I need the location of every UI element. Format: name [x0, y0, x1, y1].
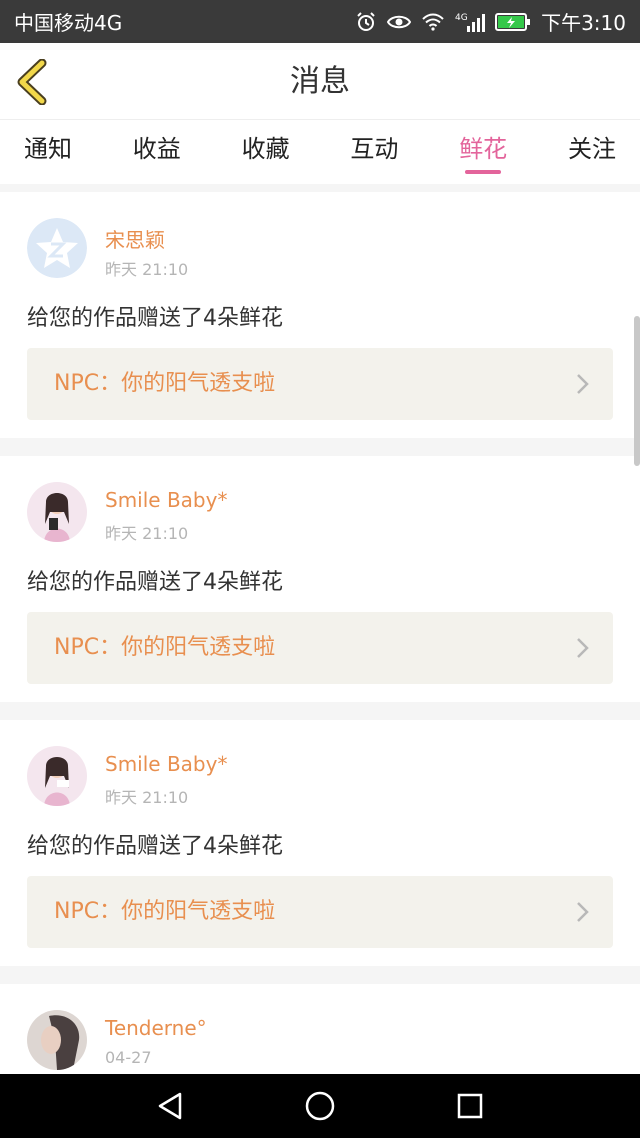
eye-icon	[387, 13, 412, 31]
npc-text: NPC：你的阳气透支啦	[54, 899, 276, 924]
status-bar: 中国移动4G 4G 下午3:10	[0, 0, 640, 43]
tab-following[interactable]: 关注	[568, 120, 616, 184]
message-text: 给您的作品赠送了4朵鲜花	[27, 834, 283, 859]
wifi-icon	[421, 13, 445, 31]
alarm-icon	[355, 11, 377, 33]
tab-earnings[interactable]: 收益	[133, 120, 181, 184]
tab-label: 通知	[24, 135, 72, 163]
npc-text: NPC：你的阳气透支啦	[54, 635, 276, 660]
message-feed: 宋思颖 昨天 21:10 给您的作品赠送了4朵鲜花 NPC：你的阳气透支啦 Sm…	[0, 192, 640, 1084]
npc-link[interactable]: NPC：你的阳气透支啦	[27, 612, 613, 684]
timestamp: 04-27	[105, 1048, 152, 1067]
circle-home-icon	[305, 1091, 335, 1121]
nav-home-button[interactable]	[300, 1086, 340, 1126]
photo-avatar-icon	[27, 1010, 87, 1070]
default-avatar-icon	[27, 218, 87, 278]
active-tab-indicator	[465, 170, 502, 174]
battery-icon	[495, 12, 531, 32]
tab-favorites[interactable]: 收藏	[242, 120, 290, 184]
list-item: Smile Baby* 昨天 21:10 给您的作品赠送了4朵鲜花 NPC：你的…	[0, 720, 640, 966]
username[interactable]: Smile Baby*	[105, 752, 227, 776]
username[interactable]: Tenderne°	[105, 1016, 207, 1040]
npc-text: NPC：你的阳气透支啦	[54, 371, 276, 396]
photo-avatar-icon	[27, 482, 87, 542]
tab-label: 关注	[567, 135, 616, 163]
timestamp: 昨天 21:10	[105, 524, 189, 543]
status-icons: 4G 下午3:10	[355, 7, 626, 36]
page-title: 消息	[290, 64, 350, 99]
avatar[interactable]	[27, 482, 87, 542]
scrollbar[interactable]	[634, 316, 640, 466]
tab-flowers[interactable]: 鲜花	[459, 120, 507, 184]
triangle-back-icon	[158, 1092, 182, 1120]
chevron-right-icon	[577, 638, 589, 658]
avatar[interactable]	[27, 218, 87, 278]
tab-label: 互动	[350, 135, 399, 163]
timestamp: 昨天 21:10	[105, 260, 189, 279]
list-item: 宋思颖 昨天 21:10 给您的作品赠送了4朵鲜花 NPC：你的阳气透支啦	[0, 192, 640, 438]
username[interactable]: Smile Baby*	[105, 488, 227, 512]
npc-link[interactable]: NPC：你的阳气透支啦	[27, 348, 613, 420]
nav-back-button[interactable]	[150, 1086, 190, 1126]
nav-recents-button[interactable]	[450, 1086, 490, 1126]
tab-label: 收藏	[241, 135, 290, 163]
app-header: 消息	[0, 43, 640, 120]
message-text: 给您的作品赠送了4朵鲜花	[27, 306, 283, 331]
network-tag: 4G	[455, 13, 468, 23]
tab-notifications[interactable]: 通知	[24, 120, 72, 184]
list-item: Tenderne° 04-27	[0, 984, 640, 1084]
tab-label: 收益	[132, 135, 181, 163]
tab-bar: 通知 收益 收藏 互动 鲜花 关注	[0, 120, 640, 184]
photo-avatar-icon	[27, 746, 87, 806]
square-recents-icon	[457, 1093, 483, 1119]
username[interactable]: 宋思颖	[105, 224, 165, 253]
tab-interactions[interactable]: 互动	[350, 120, 398, 184]
signal-icon: 4G	[455, 11, 486, 33]
chevron-right-icon	[577, 902, 589, 922]
npc-link[interactable]: NPC：你的阳气透支啦	[27, 876, 613, 948]
avatar[interactable]	[27, 1010, 87, 1070]
avatar[interactable]	[27, 746, 87, 806]
tab-label: 鲜花	[459, 135, 508, 163]
list-item: Smile Baby* 昨天 21:10 给您的作品赠送了4朵鲜花 NPC：你的…	[0, 456, 640, 702]
timestamp: 昨天 21:10	[105, 788, 189, 807]
carrier-label: 中国移动4G	[14, 11, 123, 35]
system-nav-bar	[0, 1074, 640, 1138]
chevron-right-icon	[577, 374, 589, 394]
clock-label: 下午3:10	[541, 11, 626, 35]
message-text: 给您的作品赠送了4朵鲜花	[27, 570, 283, 595]
